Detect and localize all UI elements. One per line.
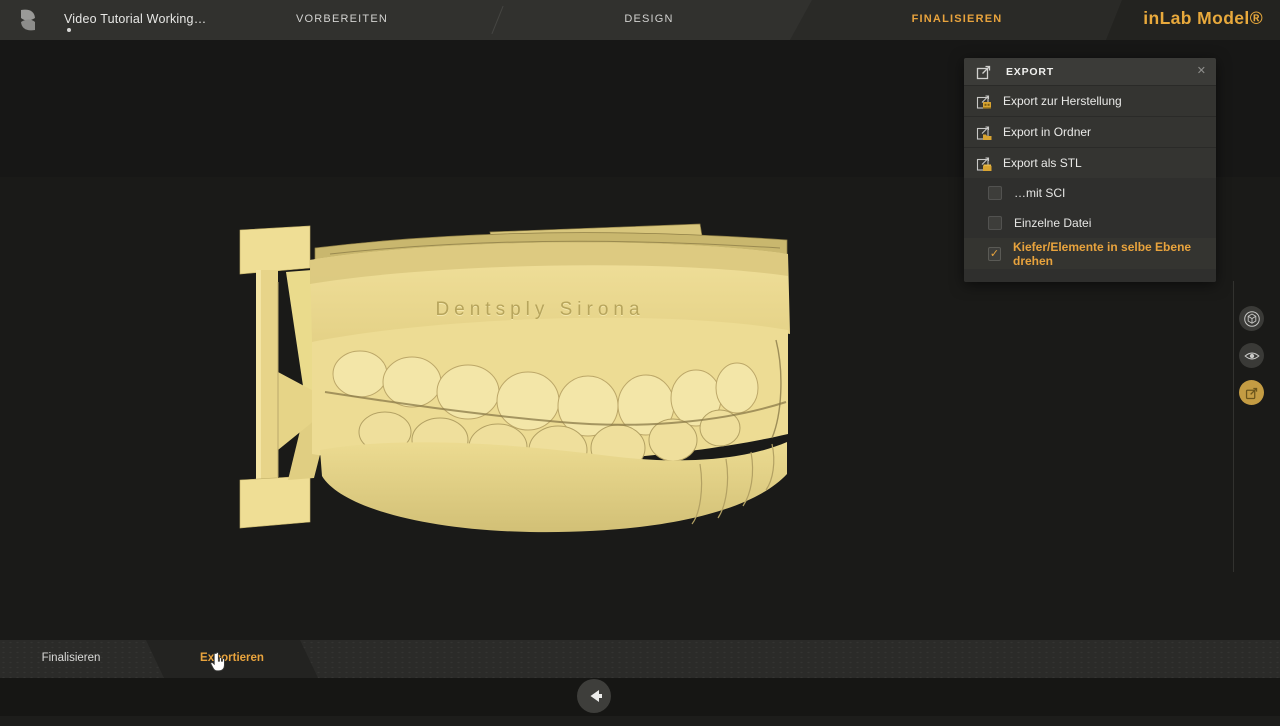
bottom-step-bar: Finalisieren Exportieren — [0, 640, 1280, 678]
tab-vorbereiten[interactable]: VORBEREITEN — [296, 13, 388, 25]
step-tab-finalisieren[interactable]: Finalisieren — [42, 652, 101, 664]
step-tab-exportieren[interactable]: Exportieren — [200, 652, 264, 664]
project-title[interactable]: Video Tutorial Working… — [64, 12, 206, 26]
right-panel-divider — [1233, 281, 1234, 572]
view-orientation-button[interactable] — [1239, 306, 1264, 331]
export-panel-title: EXPORT — [1006, 66, 1054, 78]
visibility-button[interactable] — [1239, 343, 1264, 368]
bottom-nav-bar — [0, 678, 1280, 716]
top-bar: Video Tutorial Working… VORBEREITEN DESI… — [0, 0, 1280, 40]
option-label: Einzelne Datei — [1014, 216, 1091, 230]
option-kiefer-elemente-drehen[interactable]: ✓ Kiefer/Elemente in selbe Ebene drehen — [964, 238, 1216, 269]
close-icon[interactable]: ✕ — [1197, 64, 1206, 77]
inlab-app-window: Video Tutorial Working… VORBEREITEN DESI… — [0, 0, 1280, 726]
dentsply-sirona-logo-icon — [15, 7, 41, 33]
checkbox-icon[interactable] — [988, 186, 1002, 200]
export-panel: EXPORT ✕ Export zur Herstellung — [964, 58, 1216, 282]
export-panel-header[interactable]: EXPORT ✕ — [964, 58, 1216, 85]
dental-model-3d[interactable]: Dentsply Sirona Dentsply Sirona — [230, 222, 805, 544]
export-tool-button[interactable] — [1239, 380, 1264, 405]
checkbox-icon[interactable] — [988, 216, 1002, 230]
export-action-in-ordner[interactable]: Export in Ordner — [964, 116, 1216, 147]
export-panel-footer — [964, 269, 1216, 282]
eye-icon — [1242, 346, 1262, 366]
back-button[interactable] — [577, 679, 611, 713]
export-icon — [1242, 383, 1262, 403]
export-as-stl-icon — [976, 155, 993, 172]
export-action-label: Export zur Herstellung — [1003, 94, 1122, 108]
header-divider — [491, 6, 503, 34]
back-arrow-icon — [578, 680, 610, 712]
export-action-zur-herstellung[interactable]: Export zur Herstellung — [964, 85, 1216, 116]
option-label: …mit SCI — [1014, 186, 1065, 200]
project-status-dot — [67, 28, 71, 32]
export-to-folder-icon — [976, 124, 993, 141]
tab-finalisieren[interactable]: FINALISIEREN — [912, 13, 1003, 25]
bottom-strip — [0, 716, 1280, 726]
export-action-als-stl[interactable]: Export als STL — [964, 147, 1216, 178]
model-engraving: Dentsply Sirona — [435, 299, 644, 320]
export-action-label: Export als STL — [1003, 156, 1082, 170]
option-mit-sci[interactable]: …mit SCI — [964, 178, 1216, 208]
orientation-cube-icon — [1242, 309, 1262, 329]
tab-design[interactable]: DESIGN — [624, 13, 673, 25]
checkbox-checked-icon[interactable]: ✓ — [988, 247, 1001, 261]
export-action-label: Export in Ordner — [1003, 125, 1091, 139]
export-icon — [976, 64, 992, 80]
option-label: Kiefer/Elemente in selbe Ebene drehen — [1013, 240, 1216, 268]
export-to-manufacturing-icon — [976, 93, 993, 110]
app-brand: inLab Model® — [1143, 8, 1263, 29]
option-einzelne-datei[interactable]: Einzelne Datei — [964, 208, 1216, 238]
